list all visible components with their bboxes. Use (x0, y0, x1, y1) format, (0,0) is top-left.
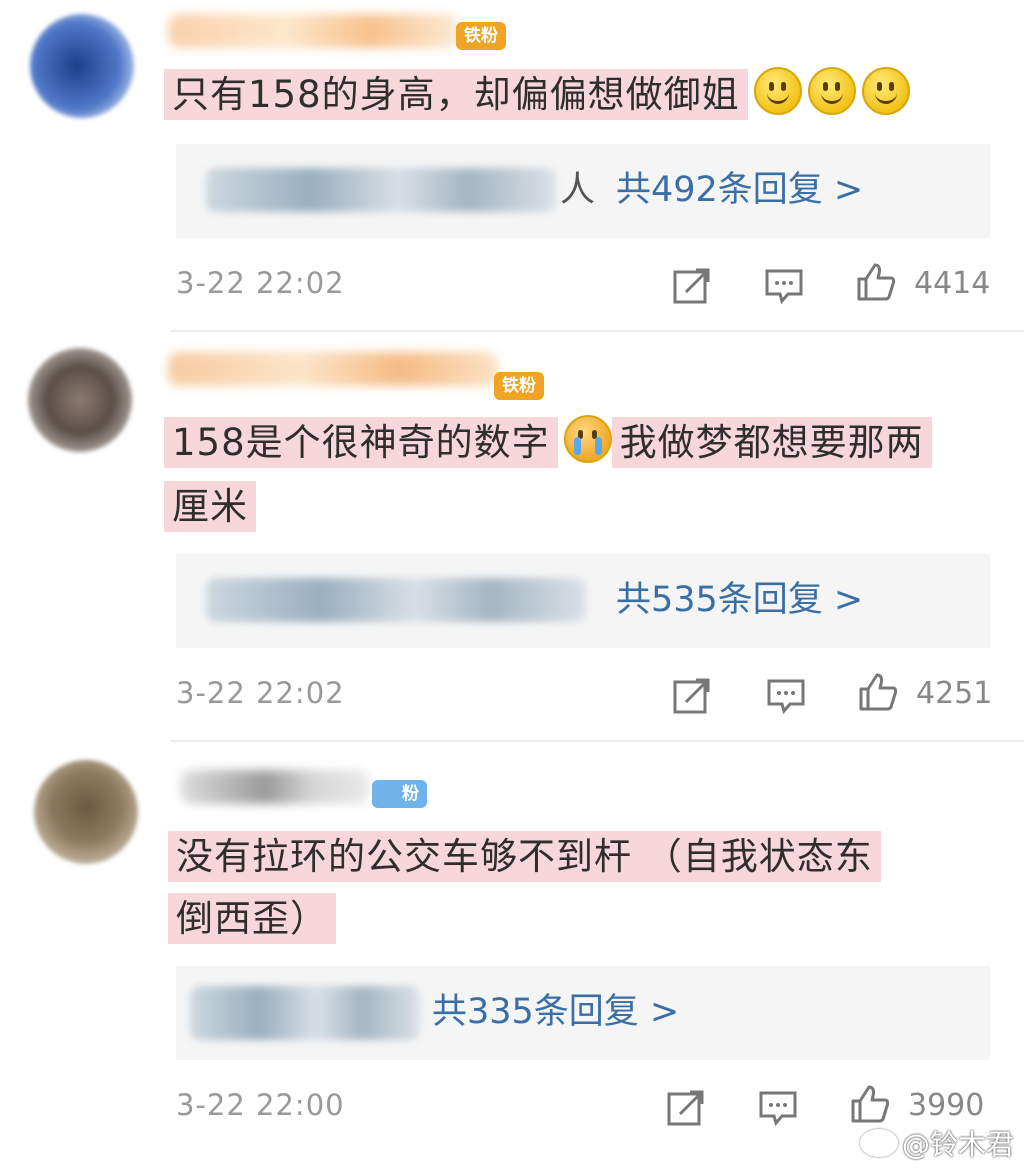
reply-count-link[interactable]: 共335条回复 > (432, 989, 679, 1035)
comment-icon[interactable] (766, 676, 806, 716)
comment-text-highlight: 厘米 (164, 481, 256, 532)
like-icon[interactable] (858, 672, 898, 712)
like-icon[interactable] (856, 262, 896, 302)
comment-text-line2: 倒西歪） (168, 888, 336, 950)
timestamp: 3-22 22:02 (176, 266, 345, 300)
comment-text: 没有拉环的公交车够不到杆 （自我状态东 (168, 826, 881, 888)
comment-text-highlight: 倒西歪） (168, 893, 336, 944)
weibo-logo (859, 1129, 898, 1157)
avatar[interactable] (30, 14, 134, 118)
username-blurred[interactable] (168, 352, 498, 386)
comment-icon[interactable] (764, 266, 804, 306)
reply-usernames-blurred (206, 578, 586, 622)
reply-prefix: 人 (560, 170, 596, 210)
comment-text-highlight: 只有158的身高，却偏偏想做御姐 (164, 69, 748, 120)
like-icon[interactable] (850, 1084, 890, 1124)
timestamp: 3-22 22:02 (176, 676, 345, 710)
comment-text-highlight-cont: 我做梦都想要那两 (611, 417, 932, 468)
crying-emoji (563, 415, 612, 463)
reply-usernames-blurred (190, 986, 420, 1040)
comment-icon[interactable] (758, 1088, 798, 1128)
fan-badge: 铁粉 (456, 22, 506, 50)
watermark-text: @铃木君 (901, 1128, 1014, 1161)
reply-preview[interactable]: 人 共492条回复 > (176, 144, 990, 238)
fan-badge: 粉 (372, 780, 427, 808)
comment-text-line2: 厘米 (164, 476, 256, 538)
share-icon[interactable] (666, 1088, 706, 1128)
comment-text: 158是个很神奇的数字 我做梦都想要那两 (164, 412, 932, 474)
reply-count-link[interactable]: 共492条回复 > (616, 167, 863, 213)
fan-badge: 铁粉 (494, 372, 544, 400)
reply-preview[interactable]: 共335条回复 > (176, 966, 990, 1060)
reply-preview[interactable]: 共535条回复 > (176, 554, 990, 648)
watermark: @铃木君 (859, 1123, 1014, 1163)
share-icon[interactable] (672, 266, 712, 306)
like-count: 4414 (914, 266, 991, 301)
like-count: 3990 (908, 1088, 985, 1123)
smile-emoji (807, 67, 856, 115)
username-blurred[interactable] (168, 14, 458, 48)
like-count: 4251 (916, 676, 993, 711)
avatar[interactable] (34, 760, 138, 864)
smile-emoji (861, 67, 910, 115)
reply-usernames-blurred (206, 168, 556, 212)
share-icon[interactable] (672, 676, 712, 716)
comment-text-highlight: 没有拉环的公交车够不到杆 （自我状态东 (168, 831, 881, 882)
comment-text-highlight: 158是个很神奇的数字 (164, 417, 558, 468)
smile-emoji (753, 67, 802, 115)
username-blurred[interactable] (180, 770, 370, 804)
avatar[interactable] (28, 348, 132, 452)
divider (170, 740, 1024, 742)
timestamp: 3-22 22:00 (176, 1088, 345, 1122)
comment-text: 只有158的身高，却偏偏想做御姐 (164, 64, 910, 126)
divider (170, 330, 1024, 332)
reply-count-link[interactable]: 共535条回复 > (616, 577, 863, 623)
